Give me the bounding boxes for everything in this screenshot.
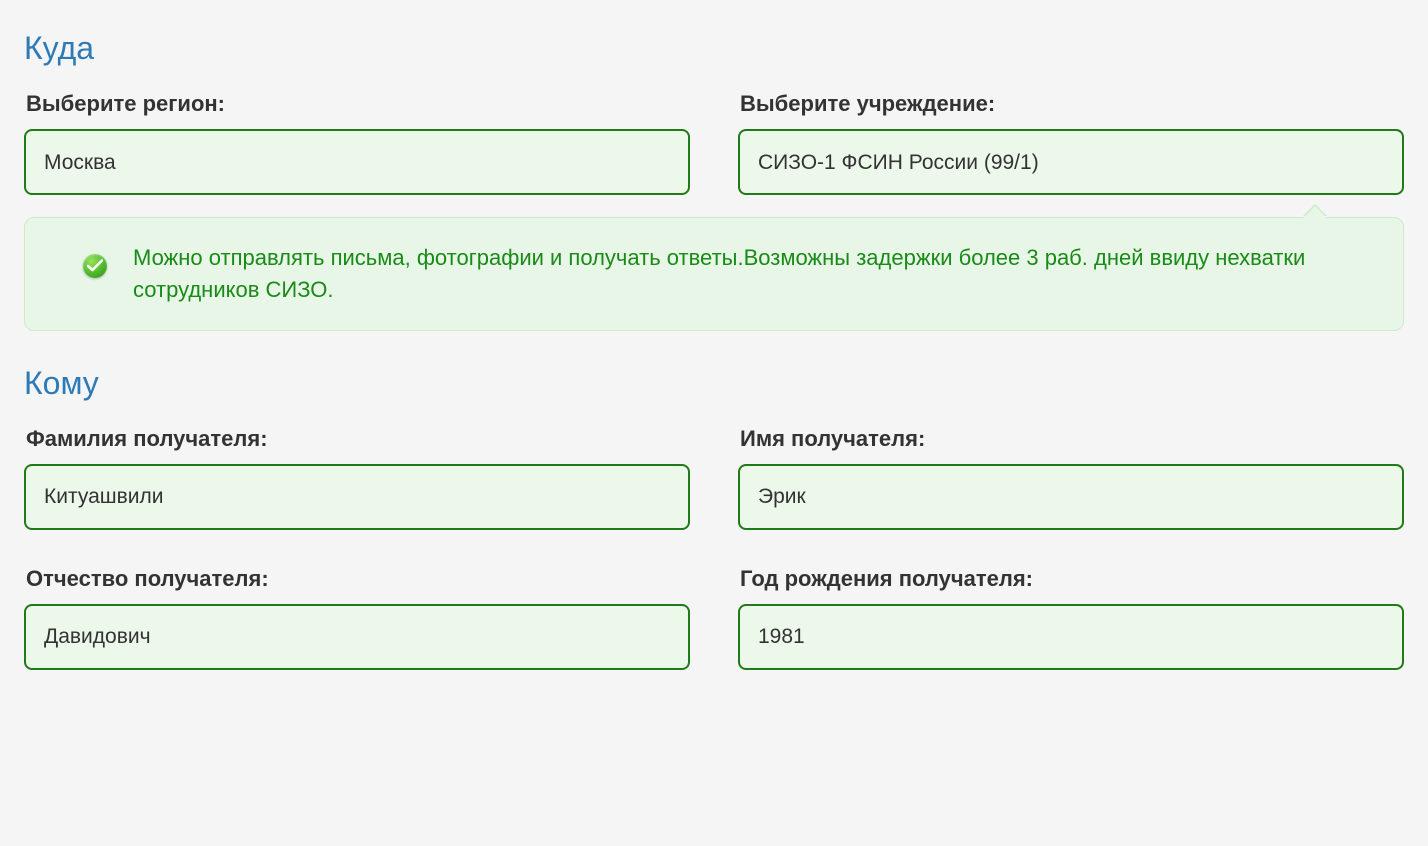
surname-col: Фамилия получателя:: [24, 426, 690, 530]
facility-select-wrap: СИЗО-1 ФСИН России (99/1): [738, 129, 1404, 195]
whom-grid: Фамилия получателя: Имя получателя: Отче…: [24, 426, 1404, 670]
region-col: Выберите регион: Москва: [24, 91, 690, 195]
info-pointer: [1303, 206, 1327, 218]
patronymic-col: Отчество получателя:: [24, 566, 690, 670]
info-box: Можно отправлять письма, фотографии и по…: [24, 217, 1404, 331]
surname-input[interactable]: [24, 464, 690, 530]
region-label: Выберите регион:: [26, 91, 690, 117]
birthyear-col: Год рождения получателя:: [738, 566, 1404, 670]
birthyear-label: Год рождения получателя:: [740, 566, 1404, 592]
region-select[interactable]: Москва: [24, 129, 690, 195]
where-row: Выберите регион: Москва Выберите учрежде…: [24, 91, 1404, 195]
whom-section: Кому Фамилия получателя: Имя получателя:…: [24, 365, 1404, 670]
patronymic-input[interactable]: [24, 604, 690, 670]
firstname-col: Имя получателя:: [738, 426, 1404, 530]
whom-row-2: Отчество получателя: Год рождения получа…: [24, 566, 1404, 670]
region-select-wrap: Москва: [24, 129, 690, 195]
patronymic-label: Отчество получателя:: [26, 566, 690, 592]
check-circle-icon: [83, 254, 107, 278]
whom-title: Кому: [24, 365, 1404, 402]
where-section: Куда Выберите регион: Москва Выберите уч…: [24, 30, 1404, 331]
surname-label: Фамилия получателя:: [26, 426, 690, 452]
firstname-input[interactable]: [738, 464, 1404, 530]
whom-row-1: Фамилия получателя: Имя получателя:: [24, 426, 1404, 530]
facility-label: Выберите учреждение:: [740, 91, 1404, 117]
birthyear-input[interactable]: [738, 604, 1404, 670]
facility-select[interactable]: СИЗО-1 ФСИН России (99/1): [738, 129, 1404, 195]
info-message: Можно отправлять письма, фотографии и по…: [133, 242, 1355, 306]
firstname-label: Имя получателя:: [740, 426, 1404, 452]
facility-col: Выберите учреждение: СИЗО-1 ФСИН России …: [738, 91, 1404, 195]
where-title: Куда: [24, 30, 1404, 67]
